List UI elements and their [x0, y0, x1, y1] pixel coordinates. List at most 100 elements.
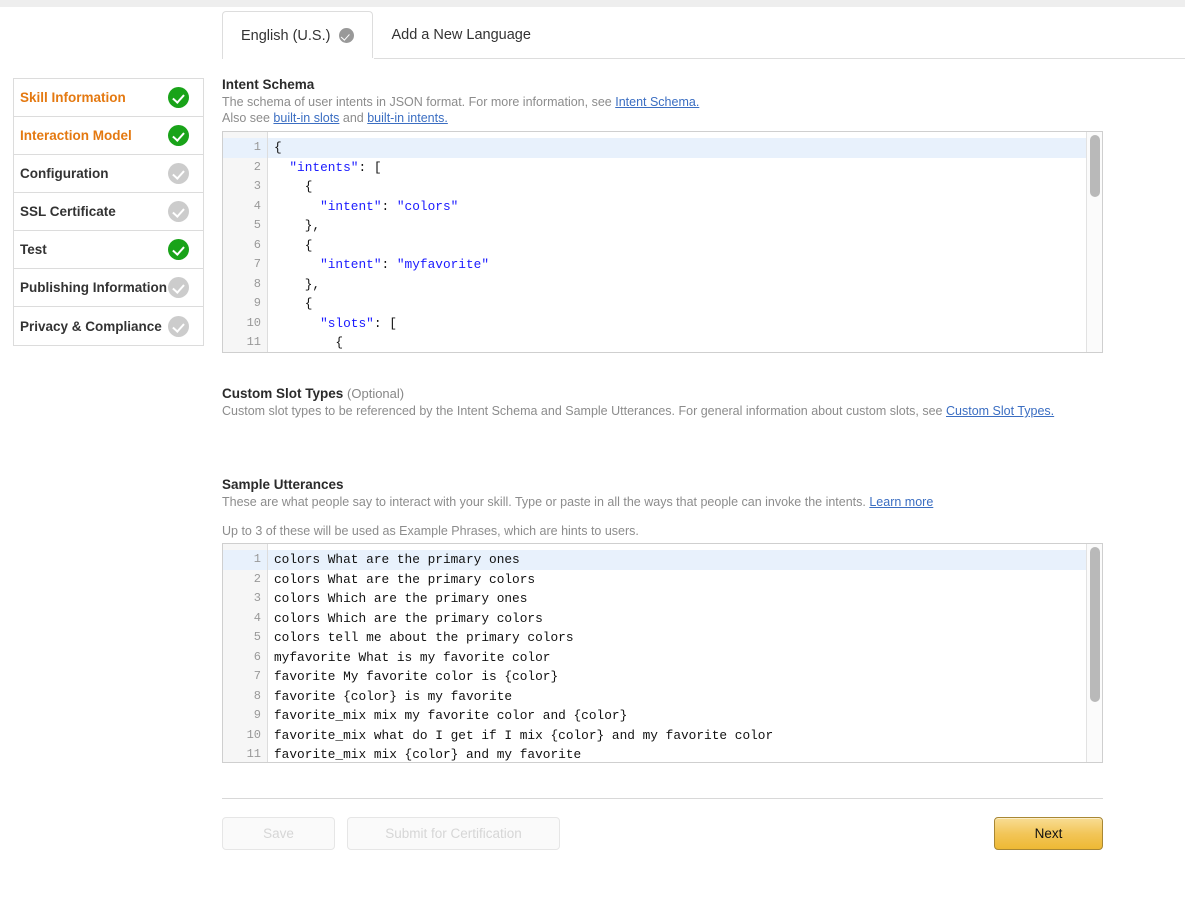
sample-utterances-title: Sample Utterances	[222, 477, 344, 492]
intent-schema-editor[interactable]: 1 2 3 4 5 6 7 8 9 10 11 { "intents": [ {…	[222, 131, 1103, 353]
tab-english-us-label: English (U.S.)	[241, 27, 331, 44]
custom-slot-types-desc-text: Custom slot types to be referenced by th…	[222, 404, 946, 418]
code-line: colors What are the primary colors	[274, 571, 536, 587]
sample-utterances-note: Up to 3 of these will be used as Example…	[222, 524, 639, 538]
intent-schema-scrollbar[interactable]	[1086, 132, 1102, 352]
built-in-slots-link[interactable]: built-in slots	[273, 111, 339, 125]
code-line: favorite_mix mix my favorite color and {…	[274, 708, 628, 723]
sidebar-item-interaction-model[interactable]: Interaction Model	[14, 117, 203, 155]
sidebar-item-label: SSL Certificate	[20, 204, 116, 219]
code-line: "slots": [	[320, 315, 397, 331]
line-number: 4	[253, 610, 261, 625]
built-in-intents-link[interactable]: built-in intents.	[367, 111, 448, 125]
sidebar-item-privacy-compliance[interactable]: Privacy & Compliance	[14, 307, 203, 345]
sample-utterances-gutter: 1 2 3 4 5 6 7 8 9 10 11	[223, 544, 268, 762]
code-line: "intent": "colors"	[320, 198, 459, 214]
next-button[interactable]: Next	[994, 817, 1103, 850]
line-number: 5	[253, 218, 261, 232]
code-line: "intent": "myfavorite"	[320, 257, 490, 272]
code-line: {	[274, 237, 313, 253]
line-number: 1	[223, 138, 267, 158]
code-line: colors What are the primary ones	[268, 550, 1102, 570]
line-number: 9	[253, 708, 261, 722]
line-number: 9	[253, 296, 261, 310]
code-line: {	[274, 296, 313, 311]
check-circle-gray-icon	[168, 277, 189, 298]
sample-utterances-description: These are what people say to interact wi…	[222, 494, 1122, 510]
code-line: favorite {color} is my favorite	[274, 688, 513, 704]
line-number: 2	[253, 571, 261, 586]
check-circle-green-icon	[168, 87, 189, 108]
check-circle-green-icon	[168, 125, 189, 146]
sidebar-item-label: Publishing Information	[20, 280, 167, 295]
skill-steps-sidebar: Skill Information Interaction Model Conf…	[13, 78, 204, 346]
custom-slot-types-section: Custom Slot Types (Optional) Custom slot…	[222, 386, 1122, 419]
line-number: 10	[246, 727, 261, 742]
code-line: },	[274, 218, 321, 233]
custom-slot-types-optional-tag: (Optional)	[347, 386, 405, 401]
sidebar-item-test[interactable]: Test	[14, 231, 203, 269]
sample-utterances-editor[interactable]: 1 2 3 4 5 6 7 8 9 10 11 colors What are …	[222, 543, 1103, 763]
line-number: 8	[253, 688, 261, 703]
check-circle-icon	[339, 28, 355, 43]
sample-utterances-desc-text: These are what people say to interact wi…	[222, 495, 870, 509]
tab-add-new-language-label: Add a New Language	[391, 27, 531, 43]
footer-divider	[222, 798, 1103, 799]
line-number: 3	[253, 591, 261, 605]
line-number: 1	[223, 550, 267, 570]
check-circle-gray-icon	[168, 163, 189, 184]
custom-slot-types-title: Custom Slot Types (Optional)	[222, 386, 1122, 401]
line-number: 11	[246, 747, 261, 761]
sidebar-item-skill-information[interactable]: Skill Information	[14, 79, 203, 117]
intent-schema-title: Intent Schema	[222, 77, 315, 92]
check-circle-green-icon	[168, 239, 189, 260]
top-gray-band	[0, 0, 1185, 7]
scrollbar-thumb[interactable]	[1090, 135, 1100, 197]
code-line: {	[274, 179, 313, 194]
line-number: 4	[253, 198, 261, 213]
tabs-active-mask	[223, 58, 374, 60]
code-line: favorite_mix mix {color} and my favorite	[274, 747, 582, 762]
code-line: {	[274, 335, 344, 350]
sidebar-item-label: Skill Information	[20, 90, 126, 105]
line-number: 2	[253, 159, 261, 174]
sidebar-item-publishing-information[interactable]: Publishing Information	[14, 269, 203, 307]
intent-schema-description: The schema of user intents in JSON forma…	[222, 94, 1122, 126]
sidebar-item-label: Privacy & Compliance	[20, 318, 162, 334]
intent-schema-desc-text-3: and	[339, 111, 368, 125]
check-circle-gray-icon	[168, 315, 189, 337]
intent-schema-section: Intent Schema The schema of user intents…	[222, 77, 1122, 126]
intent-schema-gutter: 1 2 3 4 5 6 7 8 9 10 11	[223, 132, 268, 352]
line-number: 6	[253, 649, 261, 664]
custom-slot-types-description: Custom slot types to be referenced by th…	[222, 403, 1122, 419]
line-number: 5	[253, 630, 261, 644]
code-line: "intents": [	[289, 159, 382, 175]
code-line: colors Which are the primary colors	[274, 610, 543, 626]
custom-slot-types-link[interactable]: Custom Slot Types.	[946, 404, 1054, 418]
intent-schema-code[interactable]: { "intents": [ { "intent": "colors" }, {…	[268, 132, 1102, 352]
sidebar-item-configuration[interactable]: Configuration	[14, 155, 203, 193]
line-number: 6	[253, 237, 261, 252]
tab-add-new-language[interactable]: Add a New Language	[373, 11, 548, 59]
intent-schema-desc-text-2: Also see	[222, 111, 274, 125]
sidebar-item-label: Interaction Model	[20, 128, 132, 143]
language-tabs: English (U.S.) Add a New Language	[222, 11, 1185, 59]
sample-utterances-scrollbar[interactable]	[1086, 544, 1102, 762]
scrollbar-thumb[interactable]	[1090, 547, 1100, 702]
save-button[interactable]: Save	[222, 817, 335, 850]
code-line: colors tell me about the primary colors	[274, 630, 574, 645]
tab-english-us[interactable]: English (U.S.)	[222, 11, 374, 59]
sidebar-item-label: Test	[20, 242, 47, 257]
intent-schema-link[interactable]: Intent Schema.	[615, 95, 699, 109]
check-circle-gray-icon	[168, 201, 189, 222]
code-line: myfavorite What is my favorite color	[274, 649, 551, 665]
submit-for-certification-button[interactable]: Submit for Certification	[347, 817, 560, 850]
code-line: colors Which are the primary ones	[274, 591, 528, 606]
code-line: {	[268, 138, 1102, 158]
sample-utterances-code[interactable]: colors What are the primary ones colors …	[268, 544, 1102, 762]
code-line: },	[274, 276, 321, 292]
line-number: 8	[253, 276, 261, 291]
learn-more-link[interactable]: Learn more	[869, 495, 933, 509]
line-number: 11	[246, 335, 261, 349]
sidebar-item-ssl-certificate[interactable]: SSL Certificate	[14, 193, 203, 231]
